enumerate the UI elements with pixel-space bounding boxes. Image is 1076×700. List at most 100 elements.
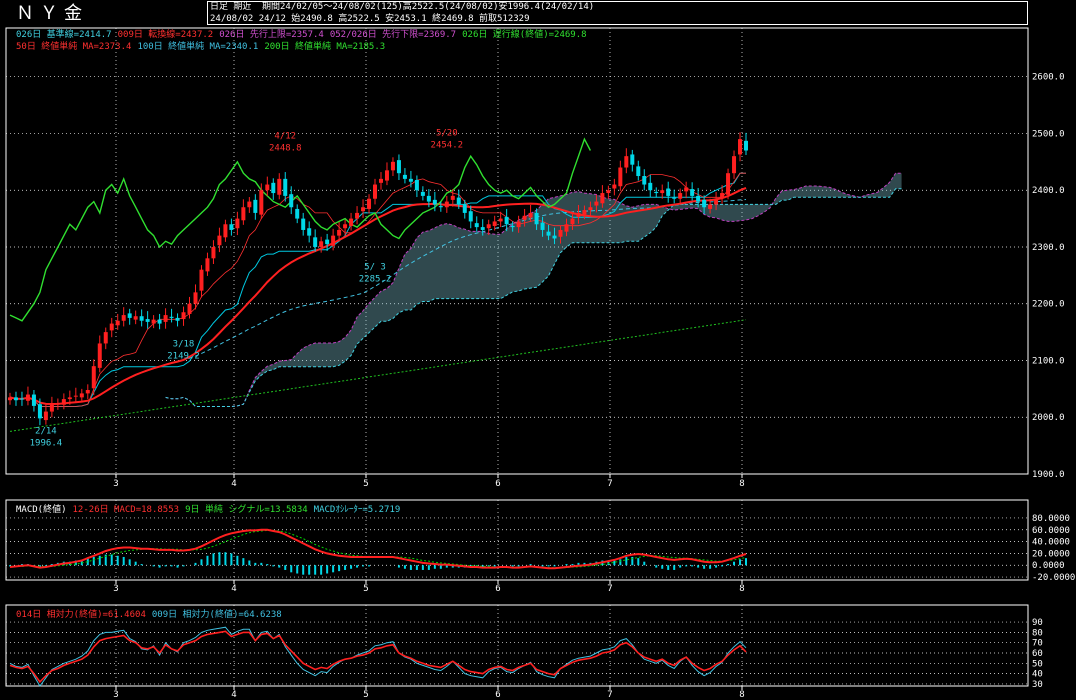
macd-y-tick-label: -20.0000: [1032, 573, 1075, 583]
candle-body: [648, 182, 653, 191]
candle-body: [19, 398, 24, 400]
annotation-value: 1996.4: [30, 438, 63, 448]
candle-body: [396, 160, 401, 174]
candle-body: [708, 204, 713, 209]
rsi14-line: [9, 630, 747, 684]
macd-y-tick-label: 0.0000: [1032, 561, 1065, 571]
candle-body: [241, 207, 246, 221]
candle-body: [660, 190, 665, 194]
candle-body: [109, 323, 114, 331]
candle-body: [265, 184, 270, 191]
macd-x-tick-label: 7: [607, 584, 612, 594]
candle-body: [702, 199, 707, 208]
candle-body: [103, 332, 108, 344]
candle-body: [438, 206, 443, 208]
candle-body: [37, 404, 42, 419]
candle-body: [582, 210, 587, 215]
candle-body: [205, 258, 210, 272]
candle-body: [199, 269, 204, 291]
candle-body: [444, 201, 449, 208]
candle-body: [678, 193, 683, 199]
macd-x-tick-label: 4: [231, 584, 236, 594]
candle-body: [91, 366, 96, 389]
rsi-x-tick-label: 6: [495, 690, 500, 700]
rsi-x-tick-label: 7: [607, 690, 612, 700]
candle-body: [744, 140, 748, 151]
rsi-y-tick-label: 60: [1032, 649, 1043, 659]
candle-body: [390, 161, 395, 171]
candle-body: [79, 393, 84, 398]
candle-body: [606, 190, 611, 194]
candle-body: [480, 227, 485, 230]
candle-body: [235, 218, 240, 229]
y-tick-label: 2600.0: [1032, 73, 1065, 83]
candle-body: [217, 235, 222, 246]
candle-body: [636, 166, 641, 177]
candle-body: [331, 235, 336, 246]
candle-body: [289, 194, 294, 208]
candle-body: [175, 317, 180, 321]
candle-body: [726, 173, 731, 195]
main-x-tick-label: 8: [739, 479, 744, 489]
candle-body: [223, 224, 228, 238]
candle-body: [61, 399, 66, 405]
candle-body: [187, 303, 192, 314]
y-tick-label: 2500.0: [1032, 129, 1065, 139]
candle-body: [618, 167, 623, 187]
candle-body: [325, 239, 330, 245]
candle-body: [277, 178, 282, 195]
main-x-tick-label: 6: [495, 479, 500, 489]
macd-y-tick-label: 40.0000: [1032, 538, 1070, 548]
annotation-value: 2448.8: [269, 144, 302, 154]
candle-body: [534, 212, 539, 225]
candle-body: [624, 156, 629, 168]
macd-x-tick-label: 8: [739, 584, 744, 594]
rsi-x-tick-label: 4: [231, 690, 236, 700]
candle-body: [373, 184, 378, 199]
candle-body: [384, 170, 389, 181]
candle-body: [115, 320, 120, 326]
candle-body: [8, 397, 12, 401]
candle-body: [13, 397, 18, 401]
candle-body: [181, 312, 186, 320]
candle-body: [432, 199, 437, 205]
rsi-x-tick-label: 3: [113, 690, 118, 700]
candle-body: [247, 201, 252, 208]
candle-body: [546, 231, 551, 236]
main-x-tick-label: 5: [363, 479, 368, 489]
annotation-date: 5/ 3: [364, 262, 386, 272]
price-chart: 2600.0 2500.0 2400.0 2300.0 2200.0 2100.0 2000…: [5, 27, 1075, 700]
candle-body: [552, 235, 557, 239]
main-x-tick-label: 3: [113, 479, 118, 489]
rsi-x-tick-label: 8: [739, 690, 744, 700]
candle-body: [612, 184, 617, 189]
candle-body: [378, 178, 383, 183]
candle-body: [139, 316, 144, 321]
candle-body: [157, 319, 162, 324]
candle-body: [456, 197, 461, 205]
macd-x-tick-label: 6: [495, 584, 500, 594]
y-tick-label: 2400.0: [1032, 186, 1065, 196]
candle-body: [307, 228, 312, 236]
candle-body: [193, 292, 198, 304]
candle-body: [450, 195, 455, 200]
candle-body: [319, 241, 324, 247]
main-x-tick-label: 4: [231, 479, 236, 489]
candle-body: [97, 343, 102, 368]
candle-body: [337, 229, 342, 236]
candle-body: [600, 193, 605, 204]
rsi-y-tick-label: 90: [1032, 618, 1043, 628]
candle-body: [67, 397, 72, 400]
candle-body: [510, 225, 515, 228]
candle-body: [630, 154, 635, 165]
candle-body: [528, 212, 533, 218]
candle-body: [408, 178, 413, 182]
candle-body: [720, 193, 725, 198]
candle-body: [349, 218, 354, 226]
candle-body: [127, 313, 132, 318]
candle-body: [55, 403, 60, 405]
macd-x-tick-label: 3: [113, 584, 118, 594]
candle-body: [666, 188, 671, 196]
candle-body: [474, 223, 479, 228]
candle-body: [672, 197, 677, 199]
